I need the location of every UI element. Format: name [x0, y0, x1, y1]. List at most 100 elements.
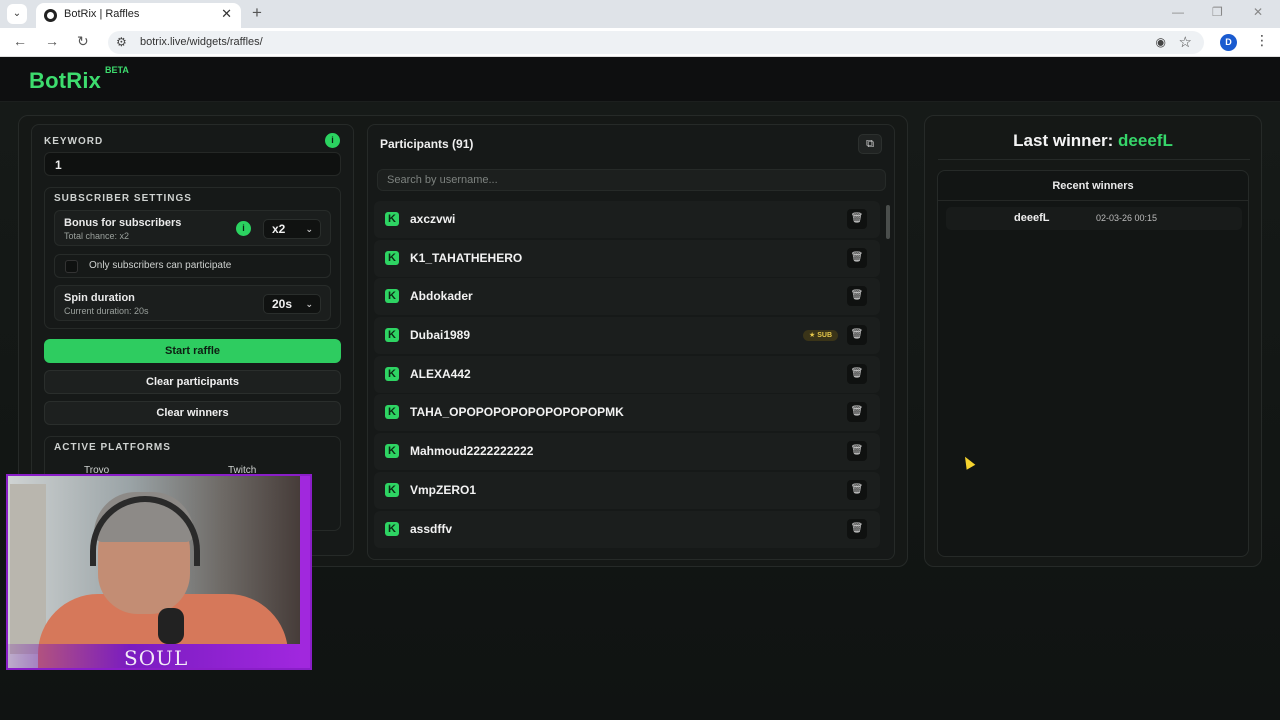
recent-winners: Recent winners deeefL 02-03-26 00:15	[937, 170, 1249, 557]
participant-name: K1_TAHATHEHERO	[410, 250, 523, 265]
divider	[938, 200, 1248, 201]
participant-row: K TAHA_OPOPOPOPOPOPOPOPOPMK 🗑	[374, 394, 880, 432]
kick-platform-icon: K	[385, 289, 399, 304]
spin-subtitle: Current duration: 20s	[64, 306, 149, 316]
botrix-logo[interactable]: BotRix	[29, 68, 101, 94]
only-subs-checkbox[interactable]	[65, 260, 78, 273]
keyword-input[interactable]: 1	[44, 152, 341, 176]
participant-name: ALEXA442	[410, 366, 471, 381]
bonus-multiplier-value: x2	[272, 222, 286, 236]
kick-platform-icon: K	[385, 212, 399, 226]
participant-row: K Abdokader 🗑	[374, 278, 880, 316]
minimize-icon[interactable]: —	[1172, 5, 1184, 19]
subscriber-settings-label: SUBSCRIBER SETTINGS	[54, 193, 192, 204]
tab-title: BotRix | Raffles	[64, 8, 140, 20]
browser-toolbar: ← → ↻ ⚙ botrix.live/widgets/raffles/ ◉ ☆…	[0, 28, 1280, 57]
kick-platform-icon: K	[385, 521, 399, 536]
participant-name: assdffv	[410, 521, 453, 536]
address-bar[interactable]: ⚙ botrix.live/widgets/raffles/ ◉ ☆	[108, 31, 1204, 54]
delete-participant-icon[interactable]: 🗑	[847, 441, 867, 462]
sub-badge: ★ SUB	[802, 330, 838, 342]
back-icon[interactable]: ←	[13, 33, 27, 49]
spin-duration-row: Spin duration Current duration: 20s 20s …	[54, 285, 331, 321]
beta-badge: BETA	[105, 65, 129, 75]
url-text[interactable]: botrix.live/widgets/raffles/	[140, 36, 263, 48]
bookmark-star-icon[interactable]: ☆	[1179, 33, 1192, 51]
kick-platform-icon: K	[385, 482, 399, 497]
spin-duration-select[interactable]: 20s ⌄	[263, 294, 321, 314]
spin-duration-value: 20s	[272, 297, 293, 311]
active-platforms-label: ACTIVE PLATFORMS	[54, 442, 171, 453]
reload-icon[interactable]: ↻	[77, 33, 89, 50]
profile-avatar[interactable]: D	[1220, 34, 1237, 51]
site-info-icon[interactable]: ⚙	[116, 35, 127, 49]
kick-platform-icon: K	[385, 405, 399, 420]
botrix-favicon-icon	[44, 9, 57, 22]
app-header: BotRix BETA	[0, 57, 1280, 102]
recent-winners-title: Recent winners	[1052, 180, 1134, 192]
browser-tabstrip: ⌄ BotRix | Raffles ✕ + — ❐ ✕	[0, 0, 1280, 28]
participant-search-input[interactable]	[377, 169, 886, 191]
bonus-multiplier-select[interactable]: x2 ⌄	[263, 219, 321, 239]
participants-title: Participants (91)	[380, 137, 474, 151]
divider	[938, 159, 1250, 160]
start-raffle-button[interactable]: Start raffle	[44, 339, 341, 363]
participant-row: K VmpZERO1 🗑	[374, 471, 880, 509]
participants-scrollbar[interactable]	[886, 205, 890, 239]
bonus-subscribers-row: Bonus for subscribers Total chance: x2 i…	[54, 210, 331, 246]
only-subs-row[interactable]: Only subscribers can participate	[54, 254, 331, 278]
participant-row: K Dubai1989 ★ SUB 🗑	[374, 317, 880, 355]
participant-row: Kaxczvwi 🗑	[374, 201, 880, 238]
clear-participants-button[interactable]: Clear participants	[44, 370, 341, 394]
last-winner-name: deeefL	[1118, 131, 1173, 150]
browser-tab[interactable]: BotRix | Raffles ✕	[36, 3, 241, 28]
tab-search-chevron-icon[interactable]: ⌄	[7, 4, 27, 24]
clear-winners-button[interactable]: Clear winners	[44, 401, 341, 425]
webcam-frame	[300, 476, 310, 668]
only-subs-label: Only subscribers can participate	[89, 260, 232, 271]
participants-panel: Participants (91) ⧉ Kaxczvwi 🗑 K K1_TAHATHE…	[367, 124, 895, 560]
chevron-down-icon: ⌄	[305, 299, 313, 309]
webcam-overlay: SOUL	[6, 474, 312, 670]
kick-platform-icon: K	[385, 444, 399, 459]
new-tab-icon[interactable]: +	[252, 3, 262, 23]
participant-name: VmpZERO1	[410, 482, 477, 497]
delete-participant-icon[interactable]: 🗑	[847, 402, 867, 423]
restore-icon[interactable]: ❐	[1212, 5, 1223, 19]
participant-row: Kassdffv 🗑	[374, 510, 880, 548]
tab-close-icon[interactable]: ✕	[221, 6, 232, 22]
webcam-name: SOUL	[124, 646, 189, 670]
delete-participant-icon[interactable]: 🗑	[847, 286, 867, 307]
last-winner-heading: Last winner: deeefL	[924, 131, 1262, 151]
keyword-label: KEYWORD	[44, 136, 104, 147]
copy-icon[interactable]: ⧉	[858, 134, 882, 154]
browser-menu-icon[interactable]: ⋮	[1255, 32, 1269, 49]
star-icon: ★	[808, 332, 818, 340]
winner-row: deeefL 02-03-26 00:15	[946, 207, 1242, 230]
participant-list: Kaxczvwi 🗑 K K1_TAHATHEHERO 🗑 K Abdokader 🗑 K Dub…	[374, 201, 880, 549]
bonus-title: Bonus for subscribers	[64, 217, 182, 229]
participant-row: K ALEXA442 🗑	[374, 355, 880, 393]
participant-name: TAHA_OPOPOPOPOPOPOPOPOPMK	[410, 405, 624, 420]
participant-row: K Mahmoud2222222222 🗑	[374, 433, 880, 471]
bonus-info-icon[interactable]: i	[236, 221, 251, 236]
keyword-info-icon[interactable]: i	[325, 133, 340, 148]
delete-participant-icon[interactable]: 🗑	[847, 325, 867, 346]
delete-participant-icon[interactable]: 🗑	[847, 518, 867, 539]
kick-platform-icon: K	[385, 250, 399, 265]
spin-title: Spin duration	[64, 292, 135, 304]
last-winner-prefix: Last winner:	[1013, 131, 1114, 150]
delete-participant-icon[interactable]: 🗑	[847, 209, 867, 229]
delete-participant-icon[interactable]: 🗑	[847, 479, 867, 500]
chevron-down-icon: ⌄	[305, 224, 313, 234]
winner-date: 02-03-26 00:15	[1096, 213, 1158, 223]
participant-name: Mahmoud2222222222	[410, 444, 534, 459]
eye-off-icon[interactable]: ◉	[1156, 35, 1166, 49]
sub-badge-text: SUB	[817, 332, 832, 340]
kick-platform-icon: K	[385, 366, 399, 381]
forward-icon[interactable]: →	[45, 33, 59, 49]
window-close-icon[interactable]: ✕	[1253, 5, 1263, 19]
bonus-subtitle: Total chance: x2	[64, 231, 130, 241]
delete-participant-icon[interactable]: 🗑	[847, 247, 867, 268]
delete-participant-icon[interactable]: 🗑	[847, 363, 867, 384]
